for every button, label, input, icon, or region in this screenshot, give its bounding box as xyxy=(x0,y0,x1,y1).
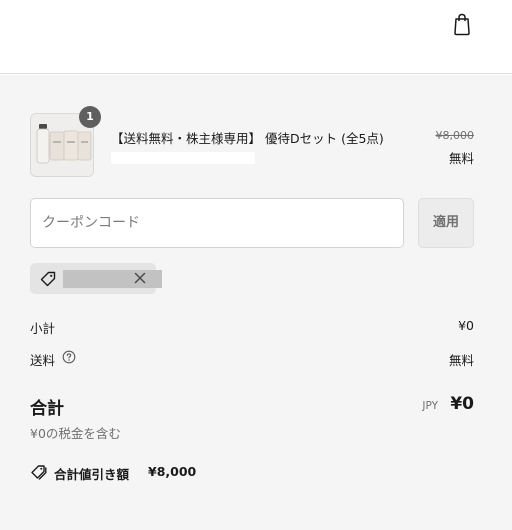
coupon-code-input[interactable] xyxy=(30,198,404,248)
product-title: 【送料無料・株主様専用】 優待Dセット (全5点) xyxy=(111,131,384,146)
order-summary: 1 【送料無料・株主様専用】 優待Dセット (全5点) ¥8,000 無料 適用… xyxy=(0,75,512,530)
subtotal-value: ¥0 xyxy=(458,318,474,333)
subtotal-label: 小計 xyxy=(30,321,56,336)
quantity-badge: 1 xyxy=(79,106,101,128)
close-icon[interactable] xyxy=(131,269,149,287)
total-label: 合計 xyxy=(30,399,64,419)
tags-icon xyxy=(31,465,47,480)
total-savings-value: ¥8,000 xyxy=(148,464,197,479)
tag-icon xyxy=(40,271,56,287)
help-circle-icon[interactable] xyxy=(62,350,76,364)
applied-discount-tag xyxy=(30,263,162,294)
apply-coupon-button[interactable]: 適用 xyxy=(418,198,474,248)
tax-note: ¥0の税金を含む xyxy=(30,426,121,441)
currency-code: JPY xyxy=(422,400,438,412)
total-savings-label: 合計値引き額 xyxy=(54,467,130,482)
checkout-header xyxy=(0,0,512,74)
original-price: ¥8,000 xyxy=(435,129,475,142)
shipping-label: 送料 xyxy=(30,353,56,368)
product-price: 無料 xyxy=(448,151,474,166)
total-value: ¥0 xyxy=(450,394,474,414)
shipping-value: 無料 xyxy=(448,353,474,368)
shopping-bag-icon[interactable] xyxy=(451,12,473,36)
product-variant-placeholder xyxy=(111,152,255,164)
